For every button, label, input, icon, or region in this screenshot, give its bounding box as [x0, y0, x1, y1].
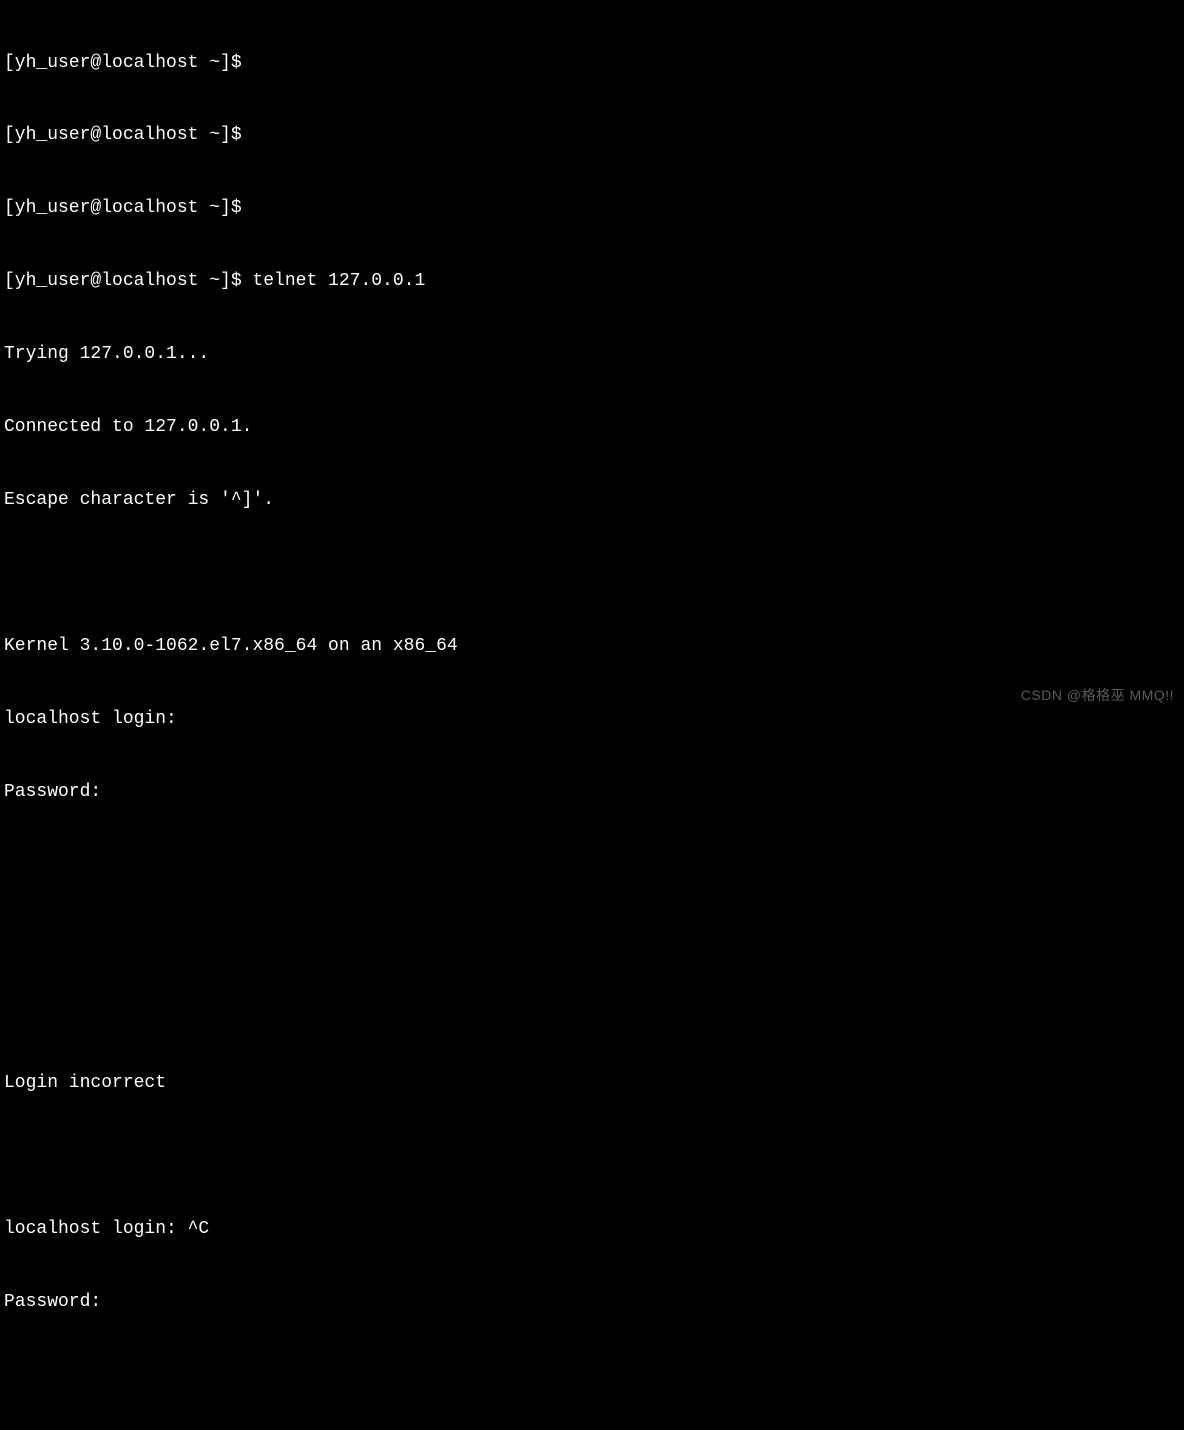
terminal-line: localhost login: ^C — [4, 1217, 1180, 1241]
terminal-line — [4, 998, 1180, 1022]
terminal-line: Kernel 3.10.0-1062.el7.x86_64 on an x86_… — [4, 634, 1180, 658]
terminal-line — [4, 852, 1180, 876]
terminal-line: Escape character is '^]'. — [4, 488, 1180, 512]
terminal-line: [yh_user@localhost ~]$ telnet 127.0.0.1 — [4, 269, 1180, 293]
terminal-line — [4, 561, 1180, 585]
terminal-line: [yh_user@localhost ~]$ — [4, 196, 1180, 220]
terminal-line: Trying 127.0.0.1... — [4, 342, 1180, 366]
terminal-line: localhost login: — [4, 707, 1180, 731]
terminal-line — [4, 925, 1180, 949]
terminal-line: Password: — [4, 780, 1180, 804]
terminal-line: Connected to 127.0.0.1. — [4, 415, 1180, 439]
terminal-line — [4, 1144, 1180, 1168]
terminal-output[interactable]: [yh_user@localhost ~]$ [yh_user@localhos… — [4, 2, 1180, 1430]
terminal-line: Login incorrect — [4, 1071, 1180, 1095]
terminal-line: [yh_user@localhost ~]$ — [4, 51, 1180, 75]
terminal-line: Password: — [4, 1290, 1180, 1314]
watermark-text: CSDN @格格巫 MMQ!! — [1021, 686, 1174, 705]
terminal-line: [yh_user@localhost ~]$ — [4, 123, 1180, 147]
terminal-line — [4, 1363, 1180, 1387]
